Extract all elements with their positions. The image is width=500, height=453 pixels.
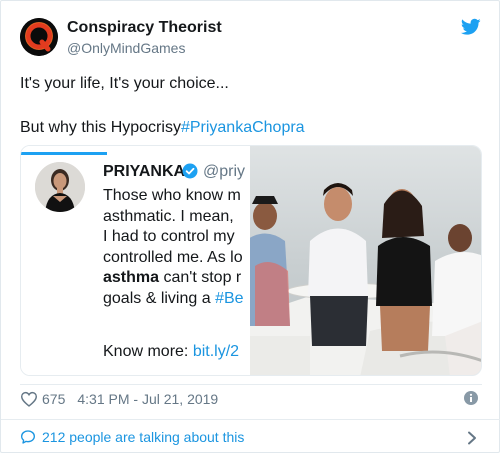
hashtag-link[interactable]: #PriyankaChopra (181, 119, 305, 136)
embedded-line-prefix: goals & living a (103, 289, 216, 307)
know-more-label: Know more: (103, 343, 193, 360)
embedded-line: controlled me. As lo (103, 248, 243, 266)
embedded-bold-word: asthma (103, 269, 160, 286)
embedded-line-rest: can't stop r (159, 269, 242, 286)
embedded-line: goals & living a #Be (103, 289, 253, 310)
footer-divider (1, 419, 500, 420)
embedded-tweet-screenshot: PRIYANKA @priy Those who know m asthmati… (21, 146, 253, 375)
twitter-bird-icon[interactable] (461, 18, 481, 36)
tweet-card: Conspiracy Theorist @OnlyMindGames It's … (0, 0, 500, 453)
yacht-photo (250, 146, 481, 375)
info-icon[interactable] (464, 391, 478, 405)
tweet-text-prefix: But why this Hypocrisy (20, 119, 181, 136)
embedded-body: Those who know m asthmatic. I mean, I ha… (103, 186, 253, 309)
tweet-text-line2: But why this Hypocrisy#PriyankaChopra (20, 118, 305, 138)
embedded-avatar (35, 162, 85, 212)
author-display-name[interactable]: Conspiracy Theorist (67, 19, 222, 37)
know-more-link: bit.ly/2 (192, 343, 240, 360)
embedded-name: PRIYANKA (103, 163, 186, 180)
embedded-hashtag: #Be (215, 289, 244, 307)
embedded-line: asthmatic. I mean, (103, 207, 234, 225)
author-handle[interactable]: @OnlyMindGames (67, 40, 185, 56)
meta-divider (20, 384, 482, 385)
tweet-timestamp[interactable]: 4:31 PM - Jul 21, 2019 (77, 391, 218, 407)
q-logo-icon (20, 18, 58, 56)
embedded-line: asthma can't stop r (103, 268, 253, 289)
chevron-right-icon[interactable] (467, 431, 477, 445)
tweet-media[interactable]: PRIYANKA @priy Those who know m asthmati… (20, 145, 482, 376)
chat-bubble-icon (21, 430, 35, 444)
verified-badge-icon (182, 163, 198, 179)
tweet-meta: 675 4:31 PM - Jul 21, 2019 (20, 390, 218, 408)
embedded-handle: @priy (203, 163, 246, 180)
tweet-text-line1: It's your life, It's your choice... (20, 75, 229, 92)
conversation-link[interactable]: 212 people are talking about this (20, 429, 244, 445)
heart-icon[interactable] (20, 391, 38, 407)
talking-count-text: 212 people are talking about this (42, 429, 245, 445)
embedded-know-more: Know more: bit.ly/2 (103, 343, 239, 361)
like-count[interactable]: 675 (42, 391, 65, 407)
embed-accent-bar (21, 152, 107, 155)
embedded-line: I had to control my (103, 228, 235, 245)
author-avatar[interactable] (20, 18, 58, 56)
embedded-line: Those who know m (103, 187, 241, 204)
